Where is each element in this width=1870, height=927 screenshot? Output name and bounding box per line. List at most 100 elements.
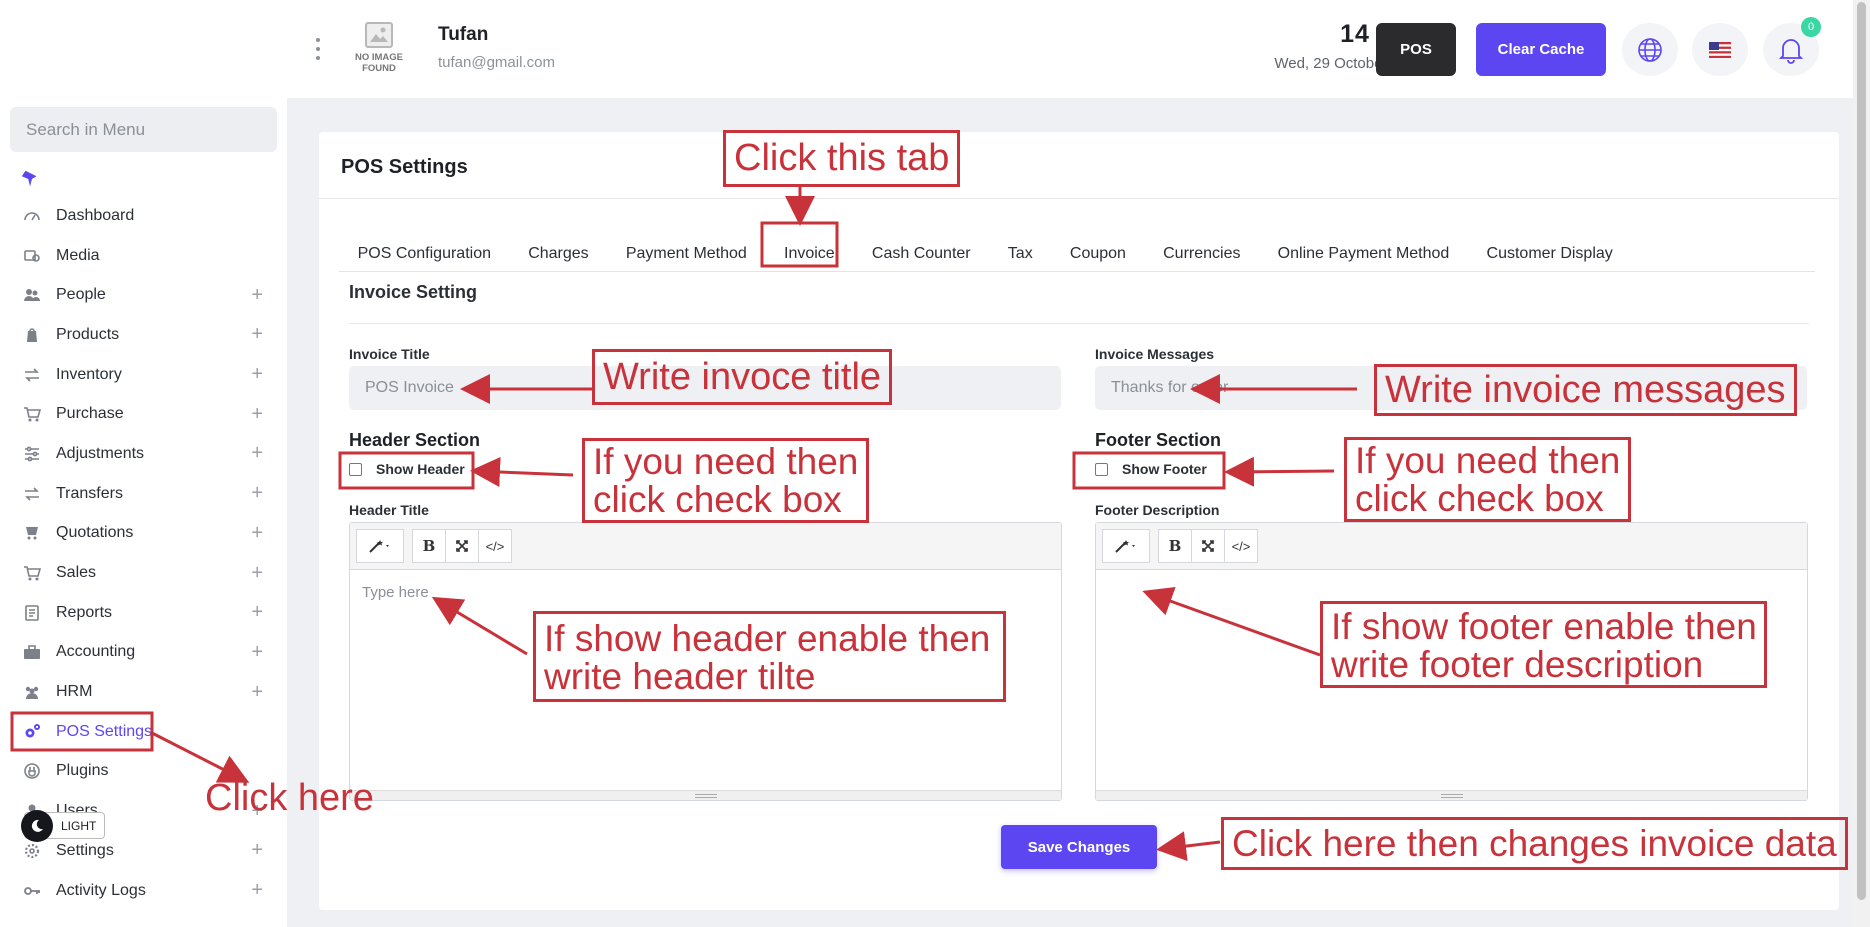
annotation-check-footer-line-2: click check box [1355, 478, 1604, 519]
annotation-check-footer: If you need then click check box [1344, 437, 1632, 522]
sidebar-item-pos-settings[interactable]: POS Settings [0, 712, 287, 752]
resize-handle[interactable] [350, 790, 1061, 800]
gear-icon [22, 841, 42, 861]
sidebar-item-dashboard[interactable]: Dashboard [0, 196, 287, 236]
footer-description-label: Footer Description [1095, 502, 1220, 518]
sidebar-item-adjustments[interactable]: Adjustments + [0, 434, 287, 474]
kebab-menu-icon[interactable] [315, 38, 321, 60]
annotation-footer-help-line-1: If show footer enable then [1331, 606, 1757, 647]
expand-plus-icon[interactable]: + [251, 284, 263, 307]
sidebar-item-purchase[interactable]: Purchase + [0, 394, 287, 434]
people-icon [22, 285, 42, 305]
expand-plus-icon[interactable]: + [251, 879, 263, 902]
sidebar-item-label: Accounting [56, 643, 136, 661]
sidebar-item-label: Activity Logs [56, 881, 146, 899]
show-header-checkbox[interactable] [349, 462, 362, 476]
language-button[interactable] [1622, 23, 1678, 76]
scrollbar-thumb[interactable] [1857, 2, 1866, 900]
bold-button[interactable]: B [1158, 529, 1192, 563]
sidebar-item-hrm[interactable]: HRM + [0, 672, 287, 712]
tab-coupon[interactable]: Coupon [1051, 230, 1144, 274]
sidebar-item-label: Inventory [56, 365, 122, 383]
annotation-check-header-line-2: click check box [593, 479, 842, 520]
user-email: tufan@gmail.com [438, 54, 555, 71]
sidebar-item-label: Quotations [56, 524, 134, 542]
sidebar-item-transfers[interactable]: Transfers + [0, 474, 287, 514]
annotation-header-help-line-1: If show header enable then [544, 618, 991, 659]
sidebar-item-accounting[interactable]: Accounting + [0, 633, 287, 673]
sidebar-item-label: Dashboard [56, 206, 135, 224]
notifications-button[interactable]: 0 [1763, 17, 1821, 76]
expand-plus-icon[interactable]: + [251, 839, 263, 862]
clear-cache-button[interactable]: Clear Cache [1476, 23, 1606, 76]
tab-tax[interactable]: Tax [989, 230, 1051, 274]
theme-toggle[interactable]: LIGHT [21, 809, 106, 842]
show-header-row[interactable]: Show Header [349, 461, 465, 477]
expand-plus-icon[interactable]: + [251, 641, 263, 664]
key-icon [22, 881, 42, 901]
menu-search-input[interactable]: Search in Menu [10, 107, 277, 152]
save-changes-button[interactable]: Save Changes [1001, 825, 1157, 869]
cart-icon [22, 563, 42, 583]
us-flag-icon [1709, 41, 1731, 58]
expand-plus-icon[interactable]: + [251, 522, 263, 545]
expand-plus-icon[interactable]: + [251, 403, 263, 426]
bold-button[interactable]: B [412, 529, 446, 563]
sidebar-item-sales[interactable]: Sales + [0, 553, 287, 593]
sidebar-item-activity-logs[interactable]: Activity Logs + [0, 871, 287, 911]
show-footer-label: Show Footer [1122, 461, 1207, 477]
fullscreen-icon[interactable] [445, 529, 479, 563]
tab-pos-configuration[interactable]: POS Configuration [339, 230, 510, 274]
expand-plus-icon[interactable]: + [251, 323, 263, 346]
sidebar-item-label: Reports [56, 603, 113, 621]
pos-button[interactable]: POS [1376, 23, 1456, 76]
settings-tabs: POS Configuration Charges Payment Method In… [339, 230, 1815, 272]
code-view-icon[interactable]: </> [478, 529, 512, 563]
magic-wand-icon[interactable] [356, 529, 404, 563]
page-scrollbar[interactable] [1853, 0, 1870, 927]
annotation-header-help-line-2: write header tilte [544, 656, 816, 697]
fullscreen-icon[interactable] [1191, 529, 1225, 563]
sidebar-item-reports[interactable]: Reports + [0, 593, 287, 633]
expand-plus-icon[interactable]: + [251, 442, 263, 465]
show-footer-checkbox[interactable] [1095, 462, 1108, 476]
pin-icon[interactable] [20, 168, 42, 190]
tab-cash-counter[interactable]: Cash Counter [853, 230, 989, 274]
locale-flag-button[interactable] [1692, 23, 1748, 76]
invoice-title-label: Invoice Title [349, 346, 430, 362]
briefcase-icon [22, 642, 42, 662]
sidebar-item-label: Settings [56, 841, 114, 859]
invoice-messages-label: Invoice Messages [1095, 346, 1215, 362]
tab-currencies[interactable]: Currencies [1145, 230, 1260, 274]
avatar[interactable]: NO IMAGE FOUND [351, 22, 407, 82]
expand-plus-icon[interactable]: + [251, 601, 263, 624]
transfer-icon [22, 484, 42, 504]
tab-customer-display[interactable]: Customer Display [1468, 230, 1631, 274]
avatar-text-2: FOUND [362, 63, 396, 74]
expand-plus-icon[interactable]: + [251, 562, 263, 585]
resize-handle[interactable] [1096, 790, 1807, 800]
notification-count-badge: 0 [1801, 17, 1821, 37]
tab-online-payment-method[interactable]: Online Payment Method [1259, 230, 1468, 274]
moon-icon [21, 809, 53, 842]
sidebar-item-inventory[interactable]: Inventory + [0, 355, 287, 395]
sidebar-item-label: Purchase [56, 405, 124, 423]
annotation-footer-help-line-2: write footer description [1331, 644, 1704, 685]
code-view-icon[interactable]: </> [1224, 529, 1258, 563]
sidebar-item-media[interactable]: Media [0, 236, 287, 276]
sidebar-item-people[interactable]: People + [0, 275, 287, 315]
tab-payment-method[interactable]: Payment Method [607, 230, 765, 274]
expand-plus-icon[interactable]: + [251, 363, 263, 386]
sidebar-item-products[interactable]: Products + [0, 315, 287, 355]
tab-charges[interactable]: Charges [510, 230, 608, 274]
sidebar-item-quotations[interactable]: Quotations + [0, 514, 287, 554]
show-footer-row[interactable]: Show Footer [1095, 461, 1207, 477]
header-title-label: Header Title [349, 502, 429, 518]
topbar: NO IMAGE FOUND Tufan tufan@gmail.com 14 … [287, 0, 1853, 98]
expand-plus-icon[interactable]: + [251, 482, 263, 505]
annotation-click-here: Click here [205, 777, 374, 819]
tab-invoice[interactable]: Invoice [765, 230, 853, 274]
user-name: Tufan [438, 24, 489, 45]
expand-plus-icon[interactable]: + [251, 681, 263, 704]
magic-wand-icon[interactable] [1102, 529, 1150, 563]
